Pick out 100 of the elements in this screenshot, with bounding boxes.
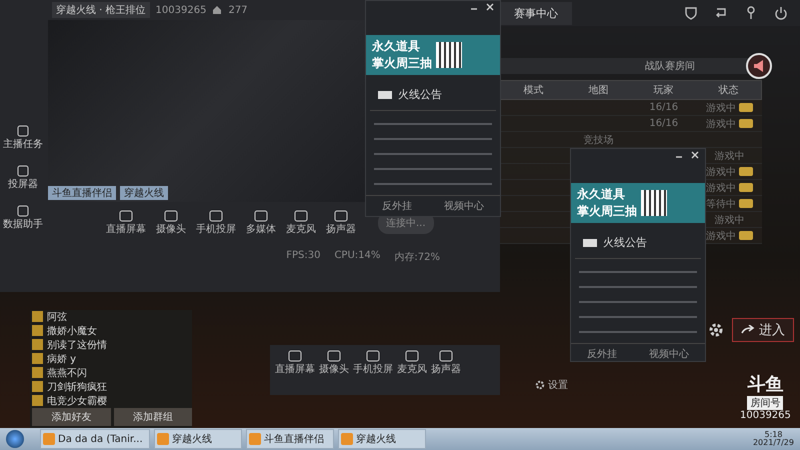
clock-date: 2021/7/29 (752, 439, 794, 447)
friend-item[interactable]: 燕燕不闪 (32, 366, 192, 379)
avatar-icon (32, 311, 43, 322)
app-icon (341, 433, 353, 445)
toolbar-button[interactable]: 直播屏幕 (275, 350, 315, 376)
footer-link[interactable]: 视频中心 (649, 347, 689, 361)
rounded-square-icon (294, 210, 308, 222)
room-status: 游戏中 (706, 118, 736, 130)
room-label: 房间号 (747, 396, 784, 410)
taskbar-item[interactable]: 穿越火线 (338, 429, 426, 449)
avatar-icon (32, 339, 43, 350)
room-row[interactable]: 16/16 游戏中 (500, 116, 762, 132)
add-button[interactable]: 添加群组 (114, 408, 192, 426)
toolbar-button[interactable]: 手机投屏 (196, 210, 236, 236)
app-icon (157, 433, 169, 445)
house-icon (212, 5, 222, 15)
viewer-count: 277 (228, 4, 248, 16)
avatar-icon (32, 381, 43, 392)
friend-item[interactable]: 刀剑斩狗疯狂 (32, 380, 192, 393)
column-header: 模式 (522, 84, 544, 98)
rounded-square-icon (254, 210, 268, 222)
column-header: 地图 (588, 84, 610, 98)
close-icon[interactable] (691, 151, 699, 159)
room-status: 游戏中 (714, 150, 744, 162)
clock-time: 5:18 (764, 431, 782, 439)
rounded-square-icon (209, 210, 223, 222)
rounded-square-icon (164, 210, 178, 222)
sidebar-item[interactable]: 投屏器 (8, 165, 38, 191)
toolbar-button[interactable]: 摄像头 (156, 210, 186, 236)
column-header: 玩家 (652, 84, 674, 98)
settings-icon[interactable] (535, 380, 545, 390)
rounded-square-icon (288, 350, 302, 362)
enter-button[interactable]: 进入 (732, 318, 794, 342)
room-title: 战队赛房间 (645, 60, 695, 73)
taskbar-item[interactable]: Da da da (Tanir... (40, 429, 150, 449)
footer-link[interactable]: 视频中心 (444, 199, 484, 213)
status-stat: FPS:30 (286, 250, 320, 263)
taskbar-item[interactable]: 斗鱼直播伴侣 (246, 429, 334, 449)
room-number: 10039265 (740, 410, 791, 421)
toolbar-button[interactable]: 麦克风 (397, 350, 427, 376)
start-button[interactable] (6, 430, 24, 448)
toolbar-button[interactable]: 手机投屏 (353, 350, 393, 376)
friend-item[interactable]: 撒娇小魔女 (32, 324, 192, 337)
settings-link[interactable]: 设置 (548, 378, 568, 392)
avatar-icon (32, 325, 43, 336)
game-tab[interactable]: 赛事中心 (500, 2, 572, 24)
toolbar-button[interactable]: 扬声器 (326, 210, 356, 236)
power-icon[interactable] (774, 6, 788, 20)
player-count: 16/16 (649, 118, 678, 129)
room-status: 游戏中 (714, 214, 744, 226)
taskbar-item[interactable]: 穿越火线 (154, 429, 242, 449)
toolbar-button[interactable]: 麦克风 (286, 210, 316, 236)
rounded-square-icon (17, 165, 29, 177)
friend-item[interactable]: 别读了这份情 (32, 338, 192, 351)
shield-icon[interactable] (684, 6, 698, 20)
room-row[interactable]: 16/16 游戏中 (500, 100, 762, 116)
rounded-square-icon (327, 350, 341, 362)
sidebar-item[interactable]: 主播任务 (3, 125, 43, 151)
friend-item[interactable]: 电竞少女霸樱 (32, 394, 192, 407)
footer-link[interactable]: 反外挂 (382, 199, 412, 213)
footer-link[interactable]: 反外挂 (587, 347, 617, 361)
toolbar-button[interactable]: 直播屏幕 (106, 210, 146, 236)
map-name: 竞技场 (583, 134, 614, 146)
room-status: 游戏中 (706, 230, 736, 242)
room-row[interactable]: 竞技场 (500, 132, 762, 148)
sidebar-item[interactable]: 数据助手 (3, 205, 43, 231)
friend-item[interactable]: 病娇 y (32, 352, 192, 365)
banner-text: 掌火周三抽 (577, 203, 637, 220)
friend-item[interactable]: 阿弦 (32, 310, 192, 323)
logo-text: 斗鱼 (747, 373, 784, 396)
room-status: 游戏中 (706, 102, 736, 114)
banner-text: 掌火周三抽 (372, 55, 432, 72)
avatar-icon (32, 353, 43, 364)
rounded-square-icon (439, 350, 453, 362)
status-stat: CPU:14% (334, 250, 380, 263)
room-id: 10039265 (156, 4, 206, 16)
app-icon (43, 433, 55, 445)
toolbar-button[interactable]: 扬声器 (431, 350, 461, 376)
toolbar-button[interactable]: 摄像头 (319, 350, 349, 376)
megaphone-icon[interactable] (746, 53, 772, 79)
banner-text: 永久道具 (577, 186, 626, 203)
toolbar-button[interactable]: 多媒体 (246, 210, 276, 236)
column-header: 状态 (718, 84, 740, 98)
room-status: 游戏中 (706, 166, 736, 178)
rounded-square-icon (366, 350, 380, 362)
announcement-heading: 火线公告 (398, 87, 442, 102)
add-button[interactable]: 添加好友 (32, 408, 110, 426)
avatar-icon (32, 395, 43, 406)
status-stat: 内存:72% (394, 250, 440, 264)
rounded-square-icon (17, 205, 29, 217)
close-icon[interactable] (486, 3, 494, 11)
settings-icon[interactable] (708, 322, 724, 338)
arrow-icon (741, 325, 755, 335)
rounded-square-icon (17, 125, 29, 137)
room-status: 等待中 (706, 198, 736, 210)
banner-text: 永久道具 (372, 38, 421, 55)
rounded-square-icon (334, 210, 348, 222)
return-icon[interactable] (714, 6, 728, 20)
rounded-square-icon (405, 350, 419, 362)
app-icon (249, 433, 261, 445)
